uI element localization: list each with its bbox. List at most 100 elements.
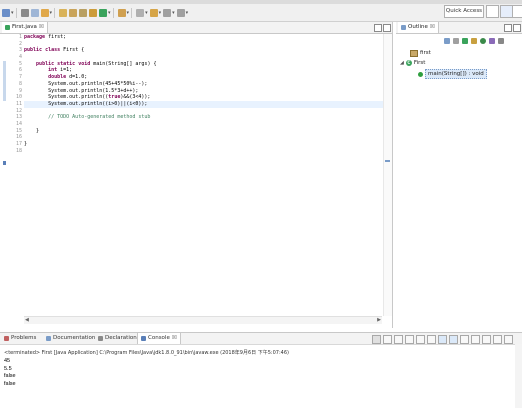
code-line[interactable] <box>24 41 386 48</box>
hide-static-icon[interactable] <box>471 38 477 44</box>
print-icon[interactable] <box>30 8 39 17</box>
last-edit-dropdown-icon[interactable]: ▾ <box>159 10 162 16</box>
scroll-right-icon[interactable]: ▶ <box>377 317 381 324</box>
outline-item-class[interactable]: ◢ C First <box>400 59 425 67</box>
maximize-icon[interactable] <box>383 24 391 32</box>
annotation-dropdown-icon[interactable]: ▾ <box>145 10 148 16</box>
open-console-icon[interactable] <box>482 335 491 344</box>
tab-label: First.java <box>12 24 37 30</box>
horizontal-scrollbar[interactable]: ◀ ▶ <box>24 316 382 324</box>
code-line[interactable] <box>24 108 386 115</box>
maximize-icon[interactable] <box>504 335 513 344</box>
code-line[interactable] <box>24 121 386 128</box>
outline-item-method[interactable]: main(String[]) : void <box>418 69 487 79</box>
perspective-open-icon[interactable] <box>486 5 499 18</box>
console-output[interactable]: 45 5.5 false false <box>4 358 16 388</box>
tab-first-java[interactable]: First.java ☒ <box>2 22 48 33</box>
console-icon <box>141 336 146 341</box>
collapse-all-icon[interactable] <box>444 38 450 44</box>
line-number: 14 <box>15 120 22 127</box>
code-text[interactable]: package first; public class First { publi… <box>24 34 386 154</box>
code-line[interactable]: double d=1.0; <box>24 74 386 81</box>
new-package-icon[interactable] <box>89 8 98 17</box>
editor-panel: First.java ☒ 1 2 3 4 5 6 7 8 9 10 11 12 13 14 15 16 17 18… <box>0 22 393 328</box>
scroll-lock-icon[interactable] <box>416 335 425 344</box>
word-wrap-icon[interactable] <box>427 335 436 344</box>
show-on-output-icon[interactable] <box>438 335 447 344</box>
remove-launch-icon[interactable] <box>383 335 392 344</box>
overview-ruler <box>383 34 392 316</box>
pin-console-icon[interactable] <box>460 335 469 344</box>
code-line[interactable] <box>24 54 386 61</box>
terminate-icon[interactable] <box>372 335 381 344</box>
hide-local-types-icon[interactable] <box>489 38 495 44</box>
clear-console-icon[interactable] <box>405 335 414 344</box>
new-class-icon[interactable] <box>99 8 108 17</box>
remove-all-icon[interactable] <box>394 335 403 344</box>
tab-declaration[interactable]: Declaration <box>98 333 137 344</box>
back-icon[interactable] <box>163 8 172 17</box>
hide-fields-icon[interactable] <box>462 38 468 44</box>
annotation-icon[interactable] <box>136 8 145 17</box>
view-menu-icon[interactable] <box>498 38 504 44</box>
code-line[interactable]: package first; <box>24 34 386 41</box>
tab-console[interactable]: Console ☒ <box>137 333 181 344</box>
tab-documentation[interactable]: Documentation <box>46 333 95 344</box>
line-number: 18 <box>15 147 22 154</box>
tab-label: Problems <box>11 335 37 341</box>
open-task-icon[interactable] <box>69 8 78 17</box>
open-type-icon[interactable] <box>59 8 68 17</box>
search-dropdown-icon[interactable]: ▾ <box>127 10 130 16</box>
save-icon[interactable] <box>20 8 29 17</box>
code-line[interactable]: System.out.println((i>0)||(i<0)); <box>24 100 386 108</box>
close-icon[interactable]: ☒ <box>39 22 44 33</box>
code-line[interactable]: int i=1; <box>24 67 386 74</box>
code-line[interactable]: System.out.println(45+45*50%i--); <box>24 81 386 88</box>
last-edit-icon[interactable] <box>149 8 158 17</box>
forward-dropdown-icon[interactable]: ▾ <box>186 10 189 16</box>
debug-dropdown-icon[interactable]: ▾ <box>50 10 53 16</box>
code-line[interactable]: System.out.println((true)&&(3<4)); <box>24 94 386 101</box>
tab-outline[interactable]: Outline ☒ <box>398 22 439 33</box>
sort-icon[interactable] <box>453 38 459 44</box>
console-line: 5.5 <box>4 365 12 372</box>
forward-icon[interactable] <box>176 8 185 17</box>
maximize-icon[interactable] <box>513 24 521 32</box>
close-icon[interactable]: ☒ <box>430 22 435 33</box>
code-line[interactable]: } <box>24 128 386 135</box>
code-line[interactable]: } <box>24 141 386 148</box>
new-icon[interactable] <box>2 8 10 17</box>
code-line[interactable]: public static void main(String[] args) { <box>24 61 386 68</box>
minimize-icon[interactable] <box>504 24 512 32</box>
ruler-fold-marker[interactable] <box>3 161 6 165</box>
scroll-left-icon[interactable]: ◀ <box>25 317 29 324</box>
overview-marker[interactable] <box>385 160 390 162</box>
code-line[interactable]: public class First { <box>24 47 386 54</box>
code-line[interactable] <box>24 134 386 141</box>
outline-item-package[interactable]: first <box>410 49 431 57</box>
code-line[interactable]: // TODO Auto-generated method stub <box>24 114 386 121</box>
code-line[interactable]: System.out.println(1.5*3+d++); <box>24 88 386 95</box>
hide-nonpublic-icon[interactable] <box>480 38 486 44</box>
vertical-scrollbar[interactable] <box>515 344 522 408</box>
minimize-icon[interactable] <box>374 24 382 32</box>
show-on-error-icon[interactable] <box>449 335 458 344</box>
search-icon[interactable] <box>117 8 126 17</box>
tab-problems[interactable]: Problems <box>4 333 36 344</box>
annotation-ruler <box>0 34 8 316</box>
minimize-icon[interactable] <box>493 335 502 344</box>
new-java-project-icon[interactable] <box>79 8 88 17</box>
quick-access-field[interactable]: Quick Access <box>444 5 484 18</box>
close-icon[interactable]: ☒ <box>172 333 177 344</box>
back-dropdown-icon[interactable]: ▾ <box>172 10 175 16</box>
perspective-debug-icon[interactable] <box>512 5 522 18</box>
display-console-icon[interactable] <box>471 335 480 344</box>
debug-icon[interactable] <box>40 8 49 17</box>
line-number: 4 <box>18 54 22 61</box>
code-line[interactable] <box>24 148 386 155</box>
new-dropdown-icon[interactable]: ▾ <box>11 10 14 16</box>
new-class-dropdown-icon[interactable]: ▾ <box>108 10 111 16</box>
chevron-down-icon[interactable]: ◢ <box>400 59 404 67</box>
line-number: 6 <box>18 67 22 74</box>
javadoc-icon <box>46 336 51 341</box>
